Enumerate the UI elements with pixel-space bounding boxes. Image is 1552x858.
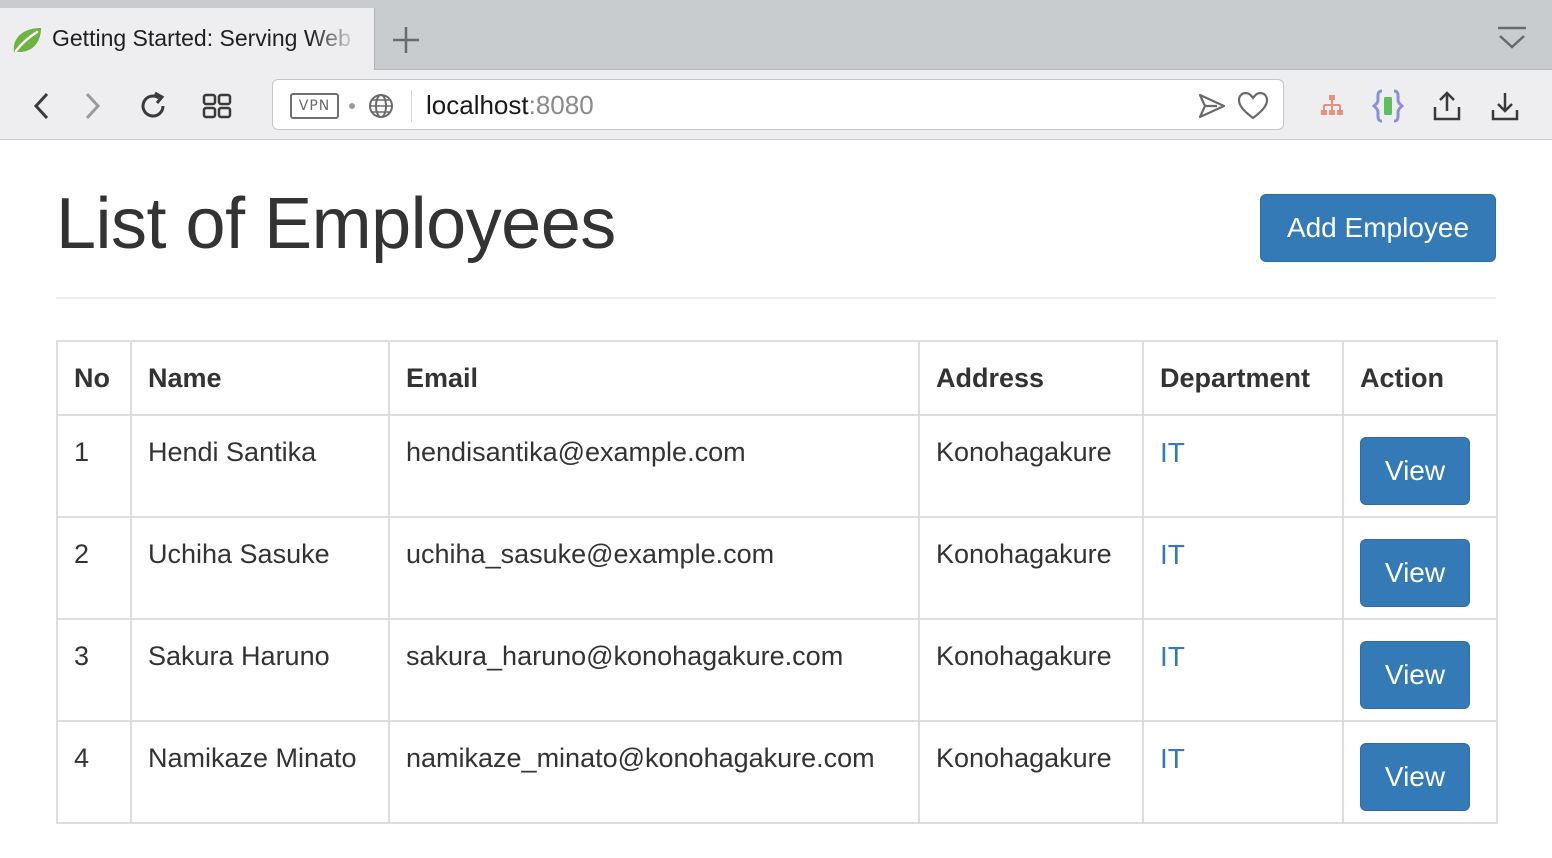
table-row: 4 Namikaze Minato namikaze_minato@konoha…	[56, 720, 1498, 824]
globe-icon[interactable]	[367, 92, 395, 120]
downloads-button[interactable]	[1485, 86, 1525, 126]
url-host: localhost	[426, 90, 529, 120]
cell-no: 1	[56, 414, 132, 518]
reload-icon	[141, 91, 165, 118]
url-port: :8080	[528, 90, 594, 120]
browser-tab[interactable]: Getting Started: Serving Web Content	[0, 8, 375, 70]
cell-name: Hendi Santika	[130, 414, 390, 518]
reload-button[interactable]	[133, 86, 173, 126]
url-separator	[411, 90, 412, 122]
table-row: 1 Hendi Santika hendisantika@example.com…	[56, 414, 1498, 518]
url-text[interactable]: localhost:8080	[426, 90, 594, 121]
cell-name: Uchiha Sasuke	[130, 516, 390, 620]
cell-address: Konohagakure	[918, 618, 1144, 722]
employees-table: No Name Email Address Department Action …	[56, 340, 1498, 824]
department-link[interactable]: IT	[1160, 437, 1185, 468]
page-content: List of Employees Add Employee No Name E…	[56, 140, 1498, 824]
cell-action: View	[1342, 720, 1498, 824]
address-bar[interactable]: VPN localhost:8080	[272, 79, 1284, 130]
heart-icon[interactable]	[1237, 91, 1269, 121]
vpn-status-dot	[349, 103, 355, 109]
cell-email: uchiha_sasuke@example.com	[388, 516, 920, 620]
page-header: List of Employees Add Employee	[56, 140, 1496, 299]
table-header-row: No Name Email Address Department Action	[56, 340, 1498, 416]
share-icon	[1433, 91, 1461, 121]
back-button[interactable]	[22, 86, 62, 126]
sitemap-icon	[1321, 95, 1343, 115]
plus-icon[interactable]	[388, 22, 424, 58]
share-button[interactable]	[1427, 86, 1467, 126]
cell-action: View	[1342, 516, 1498, 620]
department-link[interactable]: IT	[1160, 743, 1185, 774]
cell-name: Sakura Haruno	[130, 618, 390, 722]
forward-icon	[85, 92, 101, 120]
bracket-extension-icon	[1372, 89, 1404, 123]
view-button[interactable]: View	[1360, 641, 1470, 709]
column-header-action: Action	[1342, 340, 1498, 416]
spring-leaf-icon	[13, 28, 41, 53]
cell-address: Konohagakure	[918, 720, 1144, 824]
column-header-no: No	[56, 340, 132, 416]
cell-no: 3	[56, 618, 132, 722]
sitemap-extension-button[interactable]	[1312, 86, 1352, 126]
view-button[interactable]: View	[1360, 743, 1470, 811]
table-row: 3 Sakura Haruno sakura_haruno@konohagaku…	[56, 618, 1498, 722]
cell-department: IT	[1142, 618, 1344, 722]
view-button[interactable]: View	[1360, 437, 1470, 505]
column-header-name: Name	[130, 340, 390, 416]
column-header-email: Email	[388, 340, 920, 416]
cell-department: IT	[1142, 516, 1344, 620]
send-icon[interactable]	[1197, 92, 1227, 120]
add-employee-button[interactable]: Add Employee	[1260, 194, 1496, 262]
view-button[interactable]: View	[1360, 539, 1470, 607]
cell-address: Konohagakure	[918, 414, 1144, 518]
cell-no: 4	[56, 720, 132, 824]
cell-action: View	[1342, 414, 1498, 518]
cell-no: 2	[56, 516, 132, 620]
tabs-overview-button[interactable]	[197, 86, 237, 126]
cell-action: View	[1342, 618, 1498, 722]
cell-name: Namikaze Minato	[130, 720, 390, 824]
cell-department: IT	[1142, 720, 1344, 824]
column-header-address: Address	[918, 340, 1144, 416]
tabs-grid-icon	[202, 93, 232, 119]
back-icon	[33, 92, 49, 120]
department-link[interactable]: IT	[1160, 641, 1185, 672]
table-row: 2 Uchiha Sasuke uchiha_sasuke@example.co…	[56, 516, 1498, 620]
bracket-extension-button[interactable]	[1368, 86, 1408, 126]
vpn-badge[interactable]: VPN	[290, 93, 339, 119]
tab-title: Getting Started: Serving Web Content	[52, 25, 358, 51]
cell-department: IT	[1142, 414, 1344, 518]
column-header-department: Department	[1142, 340, 1344, 416]
page-title: List of Employees	[56, 184, 616, 264]
tab-menu-icon[interactable]	[1492, 22, 1532, 54]
cell-email: hendisantika@example.com	[388, 414, 920, 518]
browser-toolbar: VPN localhost:8080	[0, 70, 1552, 140]
cell-address: Konohagakure	[918, 516, 1144, 620]
tab-bar: Getting Started: Serving Web Content	[0, 0, 1552, 70]
cell-email: namikaze_minato@konohagakure.com	[388, 720, 920, 824]
cell-email: sakura_haruno@konohagakure.com	[388, 618, 920, 722]
department-link[interactable]: IT	[1160, 539, 1185, 570]
download-icon	[1491, 93, 1519, 121]
forward-button[interactable]	[72, 86, 112, 126]
